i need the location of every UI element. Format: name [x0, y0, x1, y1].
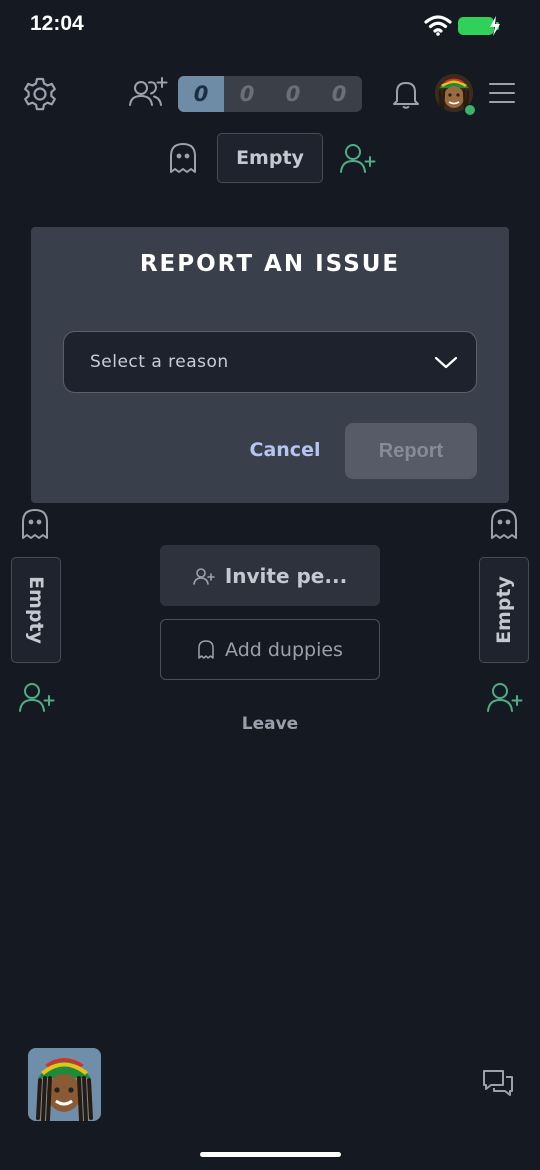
- score-digit: 0: [178, 76, 224, 112]
- add-duppies-label: Add duppies: [225, 638, 343, 661]
- charging-icon: [490, 16, 500, 36]
- chevron-down-icon: [434, 356, 458, 369]
- ghost-icon: [198, 639, 214, 659]
- seat-right-label: Empty: [493, 576, 516, 644]
- report-issue-dialog: REPORT AN ISSUE Select a reason Cancel R…: [31, 227, 509, 503]
- score-counter: 0 0 0 0: [178, 76, 362, 112]
- online-status-dot: [464, 104, 476, 116]
- add-friends-icon[interactable]: [128, 76, 170, 108]
- add-user-icon[interactable]: [486, 681, 524, 713]
- reason-select-placeholder: Select a reason: [90, 352, 229, 372]
- score-digit: 0: [285, 82, 301, 106]
- leave-link[interactable]: Leave: [220, 714, 320, 734]
- reason-select[interactable]: Select a reason: [63, 331, 477, 393]
- dialog-title: REPORT AN ISSUE: [139, 251, 401, 277]
- menu-icon[interactable]: [488, 81, 516, 105]
- score-digit: 0: [331, 82, 347, 106]
- my-avatar[interactable]: [28, 1048, 101, 1121]
- invite-people-button[interactable]: Invite pe...: [160, 545, 380, 606]
- add-user-icon: [193, 567, 215, 585]
- add-user-icon[interactable]: [18, 681, 56, 713]
- seat-top-empty[interactable]: Empty: [217, 133, 323, 183]
- cancel-button[interactable]: Cancel: [243, 439, 327, 461]
- chat-icon[interactable]: [481, 1068, 515, 1100]
- seat-left-label: Empty: [25, 576, 48, 644]
- gear-icon[interactable]: [22, 76, 58, 112]
- screen: 12:04 0 0 0 0 Empty Empty Empty Invite p…: [0, 0, 540, 1170]
- home-indicator: [200, 1152, 341, 1157]
- seat-top-label: Empty: [236, 147, 304, 169]
- ghost-icon: [170, 143, 196, 173]
- status-time: 12:04: [30, 12, 84, 35]
- invite-label: Invite pe...: [224, 563, 348, 588]
- add-duppies-button[interactable]: Add duppies: [160, 619, 380, 680]
- report-button-label: Report: [378, 439, 444, 462]
- seat-left-empty[interactable]: Empty: [11, 557, 61, 663]
- ghost-icon: [22, 509, 48, 539]
- avatar-illustration: [28, 1048, 101, 1121]
- score-digit: 0: [239, 82, 255, 106]
- ghost-icon: [491, 509, 517, 539]
- seat-right-empty[interactable]: Empty: [479, 557, 529, 663]
- bell-icon[interactable]: [392, 78, 420, 110]
- wifi-icon: [424, 15, 452, 36]
- report-button[interactable]: Report: [345, 423, 477, 479]
- add-user-icon[interactable]: [339, 142, 377, 174]
